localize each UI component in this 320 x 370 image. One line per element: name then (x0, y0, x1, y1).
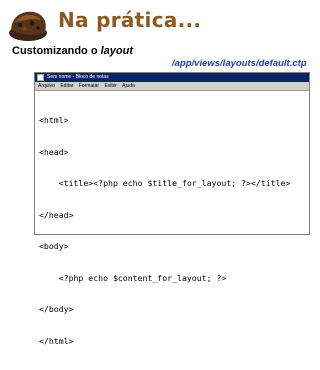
code-line: <html> (39, 115, 69, 125)
menu-item-exibir[interactable]: Exibir (104, 83, 117, 89)
code-line: <body> (39, 241, 69, 251)
code-line: <title><?php echo $title_for_layout; ?><… (39, 178, 291, 188)
window-titlebar[interactable]: Sem nome - Bloco de notas (35, 73, 309, 82)
menu-item-editar[interactable]: Editar (60, 83, 73, 89)
menu-item-arquivo[interactable]: Arquivo (38, 83, 55, 89)
cake-logo (6, 3, 50, 43)
slide-subtitle: Customizando o layout (12, 45, 133, 57)
page-title: Na prática... (58, 8, 202, 32)
file-path: /app/views/layouts/default.ctp (172, 58, 307, 69)
menu-item-formatar[interactable]: Formatar (79, 83, 99, 89)
notepad-icon (37, 74, 44, 81)
notepad-window: Sem nome - Bloco de notas Arquivo Editar… (34, 72, 310, 346)
subtitle-text: Customizando o (12, 45, 101, 57)
code-line: </head> (39, 209, 74, 220)
subtitle-emphasis: layout (100, 45, 134, 57)
code-line: </html> (39, 335, 74, 346)
menu-item-ajuda[interactable]: Ajuda (122, 83, 135, 89)
window-title: Sem nome - Bloco de notas (47, 74, 109, 80)
code-editor[interactable]: <html> <head> <title><?php echo $title_f… (35, 91, 309, 370)
code-line: <head> (39, 146, 69, 157)
menu-bar: Arquivo Editar Formatar Exibir Ajuda (35, 82, 309, 91)
code-line: </body> (39, 304, 74, 314)
code-line: <?php echo $content_for_layout; ?> (39, 272, 227, 283)
